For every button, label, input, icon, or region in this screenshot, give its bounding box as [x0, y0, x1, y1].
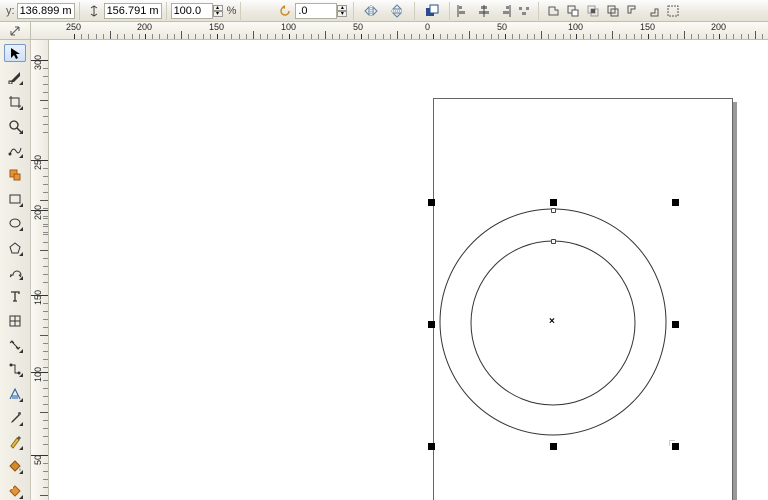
fill-tool[interactable]: [4, 457, 26, 475]
connector-tool[interactable]: [4, 360, 26, 378]
align-right-icon[interactable]: [496, 3, 512, 19]
separator: [166, 2, 167, 20]
freehand-tool[interactable]: [4, 141, 26, 159]
to-front-icon[interactable]: [421, 3, 443, 19]
ruler-row: 250 200 150 100 50 0 50 100 150 200: [0, 22, 768, 40]
selection-center-icon[interactable]: ×: [549, 316, 555, 327]
simplify-icon[interactable]: [605, 3, 621, 19]
rotate-input[interactable]: [295, 3, 337, 19]
intersect-icon[interactable]: [585, 3, 601, 19]
percent-label: %: [227, 5, 237, 17]
rotate-icon: [277, 3, 293, 19]
workspace: 300 250 200 150 100 50 ×: [0, 40, 768, 500]
smart-fill-tool[interactable]: [4, 166, 26, 184]
weld-icon[interactable]: [545, 3, 561, 19]
shape-tool[interactable]: [4, 68, 26, 86]
table-tool[interactable]: [4, 311, 26, 329]
selection-handle[interactable]: [428, 443, 435, 450]
dimension-tool[interactable]: [4, 336, 26, 354]
drawing-page[interactable]: [433, 98, 733, 500]
selection-handle[interactable]: [550, 199, 557, 206]
h-ruler-label: 50: [497, 22, 507, 32]
separator: [538, 2, 539, 20]
h-ruler-label: 150: [209, 22, 224, 32]
front-minus-back-icon[interactable]: [625, 3, 641, 19]
size-group: [84, 0, 162, 21]
separator: [353, 2, 354, 20]
h-ruler-label: 250: [66, 22, 81, 32]
zoom-tool[interactable]: [4, 117, 26, 135]
ruler-origin-icon[interactable]: [0, 22, 31, 40]
property-bar: y: ▴▾ % ▴▾: [0, 0, 768, 22]
v-ruler-label: 50: [33, 455, 43, 465]
guide-mark: [669, 440, 675, 446]
scale-input[interactable]: [171, 3, 213, 19]
align-dist-icon[interactable]: [516, 3, 532, 19]
selection-handle[interactable]: [428, 321, 435, 328]
text-tool[interactable]: [4, 287, 26, 305]
h-ruler-label: 150: [640, 22, 655, 32]
scale-group: ▴▾ %: [171, 0, 237, 21]
scale-spin[interactable]: ▴▾: [213, 3, 223, 19]
separator: [449, 2, 450, 20]
separator: [79, 2, 80, 20]
ellipse-control-node[interactable]: [551, 239, 556, 244]
interactive-fill-tool[interactable]: [4, 482, 26, 500]
toolbox: [0, 40, 31, 500]
h-ruler-label: 200: [711, 22, 726, 32]
v-ruler-label: 300: [33, 55, 43, 70]
selection-handle[interactable]: [672, 199, 679, 206]
ellipse-tool[interactable]: [4, 214, 26, 232]
outline-pen-tool[interactable]: [4, 433, 26, 451]
rectangle-tool[interactable]: [4, 190, 26, 208]
boundary-icon[interactable]: [665, 3, 681, 19]
rotate-group: ▴▾: [275, 0, 349, 21]
align-center-icon[interactable]: [476, 3, 492, 19]
selection-handle[interactable]: [428, 199, 435, 206]
mirror-h-icon[interactable]: [360, 3, 382, 19]
align-left-icon[interactable]: [456, 3, 472, 19]
v-ruler-label: 250: [33, 155, 43, 170]
selection-handle[interactable]: [550, 443, 557, 450]
h-ruler-label: 100: [281, 22, 296, 32]
crop-tool[interactable]: [4, 93, 26, 111]
basic-shapes-tool[interactable]: [4, 263, 26, 281]
separator: [414, 2, 415, 20]
h-ruler-label: 100: [568, 22, 583, 32]
horizontal-ruler[interactable]: 250 200 150 100 50 0 50 100 150 200: [31, 22, 768, 39]
ellipse-control-node[interactable]: [551, 208, 556, 213]
v-ruler-label: 100: [33, 367, 43, 382]
trim-icon[interactable]: [565, 3, 581, 19]
selection-handle[interactable]: [672, 321, 679, 328]
height-icon: [86, 3, 102, 19]
h-ruler-label: 50: [353, 22, 363, 32]
pick-tool[interactable]: [4, 44, 26, 62]
h-ruler-label: 0: [425, 22, 430, 32]
separator: [240, 2, 241, 20]
polygon-tool[interactable]: [4, 239, 26, 257]
height-input[interactable]: [104, 3, 162, 19]
h-ruler-label: 200: [137, 22, 152, 32]
v-ruler-label: 150: [33, 290, 43, 305]
y-input[interactable]: [17, 3, 75, 19]
coords-group: y:: [4, 0, 75, 21]
eyedropper-tool[interactable]: [4, 409, 26, 427]
canvas-area[interactable]: ×: [49, 40, 768, 500]
mirror-v-icon[interactable]: [386, 3, 408, 19]
v-ruler-label: 200: [33, 205, 43, 220]
vertical-ruler[interactable]: 300 250 200 150 100 50: [31, 40, 49, 500]
rotate-spin[interactable]: ▴▾: [337, 3, 347, 19]
blend-tool[interactable]: [4, 384, 26, 402]
y-label: y:: [6, 5, 15, 17]
back-minus-front-icon[interactable]: [645, 3, 661, 19]
